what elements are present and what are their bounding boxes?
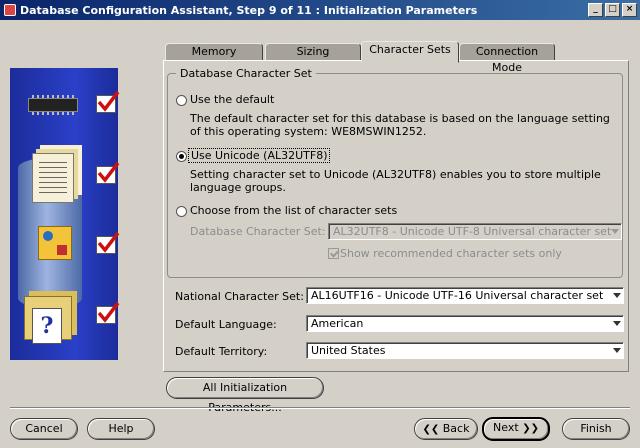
help-document-icon: ? [32, 308, 62, 344]
app-icon [4, 4, 16, 16]
radio-use-default[interactable] [176, 95, 187, 106]
all-init-params-button[interactable]: All Initialization Parameters... [166, 377, 324, 414]
close-button[interactable]: × [622, 3, 637, 17]
show-recommended-checkbox[interactable] [328, 248, 339, 259]
chevron-down-icon [611, 229, 619, 234]
checkmark-icon [96, 231, 120, 254]
wizard-illustration: ? [10, 68, 120, 360]
back-button[interactable]: ❮❮ Back [414, 418, 478, 440]
help-button[interactable]: Help [87, 418, 155, 440]
default-language-select[interactable]: American [306, 315, 624, 332]
default-territory-select[interactable]: United States [306, 342, 624, 359]
title-bar[interactable]: Database Configuration Assistant, Step 9… [0, 0, 640, 20]
next-button-label: Next [493, 421, 519, 434]
checkmark-icon [96, 90, 120, 113]
checkmark-icon [96, 301, 120, 324]
shapes-icon [38, 226, 72, 260]
radio-use-unicode-label[interactable]: Use Unicode (AL32UTF8) [188, 148, 331, 163]
chevron-right-icon: ❯❯ [522, 423, 539, 434]
radio-choose-list-label[interactable]: Choose from the list of character sets [190, 204, 397, 217]
separator [10, 407, 630, 409]
tab-memory[interactable]: Memory [165, 43, 263, 61]
radio-choose-list[interactable] [176, 206, 187, 217]
radio-use-default-label[interactable]: Use the default [190, 93, 274, 106]
default-description: The default character set for this datab… [190, 112, 610, 138]
tab-character-sets[interactable]: Character Sets [361, 41, 459, 63]
minimize-button[interactable]: _ [588, 3, 603, 17]
national-charset-label: National Character Set: [175, 290, 304, 303]
national-charset-value: AL16UTF16 - Unicode UTF-16 Universal cha… [311, 289, 604, 302]
finish-button[interactable]: Finish [562, 418, 630, 440]
national-charset-select[interactable]: AL16UTF16 - Unicode UTF-16 Universal cha… [306, 287, 624, 304]
group-legend: Database Character Set [180, 67, 312, 80]
chip-icon [28, 95, 78, 115]
show-recommended-label: Show recommended character sets only [340, 247, 562, 260]
next-button[interactable]: Next ❯❯ [482, 417, 550, 441]
chevron-down-icon [613, 348, 621, 353]
default-language-value: American [311, 317, 364, 330]
tab-sizing[interactable]: Sizing [265, 43, 361, 61]
default-territory-value: United States [311, 344, 386, 357]
chevron-down-icon [613, 293, 621, 298]
default-territory-label: Default Territory: [175, 345, 268, 358]
window-controls: _ □ × [588, 3, 637, 17]
back-button-label: Back [442, 422, 470, 435]
db-charset-select-value: AL32UTF8 - Unicode UTF-8 Universal chara… [333, 225, 612, 238]
default-language-label: Default Language: [175, 318, 277, 331]
chevron-down-icon [613, 321, 621, 326]
radio-use-unicode[interactable] [176, 151, 187, 162]
cancel-button[interactable]: Cancel [10, 418, 78, 440]
window-title: Database Configuration Assistant, Step 9… [20, 3, 478, 17]
documents-icon [32, 153, 74, 203]
db-charset-field-label: Database Character Set: [190, 225, 326, 238]
dbca-window: Database Configuration Assistant, Step 9… [0, 0, 640, 448]
db-charset-select[interactable]: AL32UTF8 - Unicode UTF-8 Universal chara… [328, 223, 622, 240]
chevron-left-icon: ❮❮ [422, 424, 440, 435]
checkmark-icon [96, 161, 120, 184]
maximize-button[interactable]: □ [605, 3, 620, 17]
unicode-description: Setting character set to Unicode (AL32UT… [190, 168, 601, 194]
tab-connection-mode[interactable]: Connection Mode [459, 43, 555, 74]
